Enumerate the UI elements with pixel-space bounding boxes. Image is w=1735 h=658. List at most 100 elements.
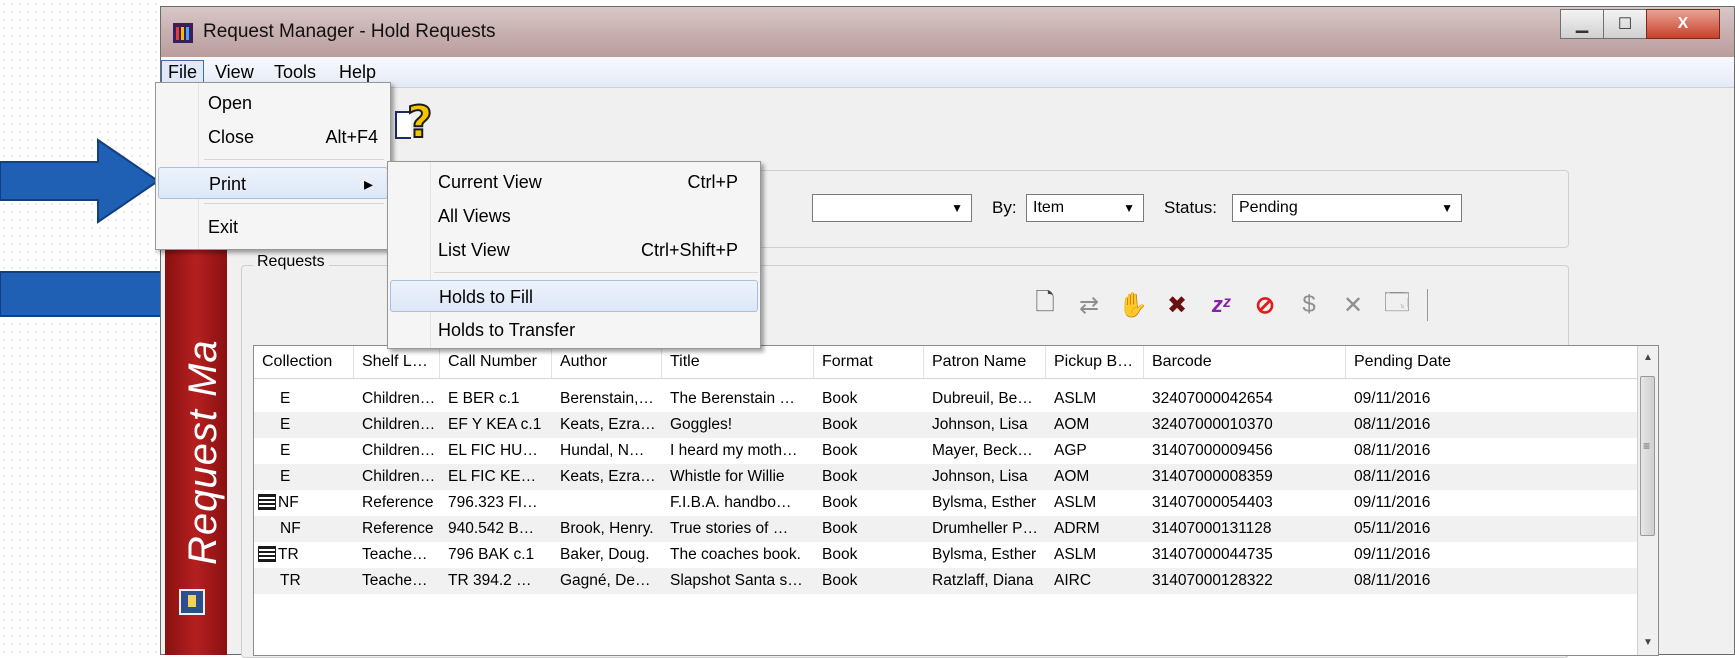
column-header[interactable]: Barcode: [1144, 346, 1346, 378]
table-cell-shelf: Children…: [362, 442, 436, 459]
title-bar: Request Manager - Hold Requests ▁ ☐ X: [161, 7, 1734, 59]
table-cell-call: EF Y KEA c.1: [448, 416, 542, 433]
menu-item-print[interactable]: Print ▸: [158, 167, 388, 199]
table-cell-collection: TR: [254, 542, 354, 568]
column-header[interactable]: Patron Name: [924, 346, 1046, 378]
table-cell-patron: Mayer, Beck…: [932, 442, 1033, 459]
remove-item-icon[interactable]: ✖: [1159, 287, 1195, 323]
table-cell-title: Slapshot Santa s…: [670, 572, 803, 589]
transfer-icon[interactable]: ⇄: [1071, 287, 1107, 323]
table-row[interactable]: TR Teache… 796 BAK c.1 Baker, Doug. The coac…: [254, 542, 1640, 568]
menu-item-holds-to-fill[interactable]: Holds to Fill: [390, 280, 758, 312]
column-header[interactable]: Title: [662, 346, 814, 378]
filter-combo-first[interactable]: ▼: [812, 194, 972, 222]
help-toolbar-icon[interactable]: ?: [395, 96, 437, 149]
table-cell-barcode: 32407000010370: [1152, 416, 1273, 433]
deny-icon[interactable]: ⊘: [1247, 287, 1283, 323]
table-cell-format: Book: [822, 442, 858, 459]
table-cell-collection: E: [280, 468, 291, 485]
table-row[interactable]: NF Reference 796.323 FI… F.I.B.A. handbo… Bo…: [254, 490, 1640, 516]
table-cell-date: 08/11/2016: [1354, 468, 1431, 485]
table-cell-shelf: Reference: [362, 520, 434, 537]
properties-icon[interactable]: 🗔: [1379, 287, 1415, 323]
table-cell-patron: Drumheller P…: [932, 520, 1038, 537]
column-header[interactable]: Call Number: [440, 346, 552, 378]
table-cell-patron: Bylsma, Esther: [932, 494, 1037, 511]
column-header[interactable]: Shelf L…: [354, 346, 440, 378]
menu-item-all-views[interactable]: All Views: [438, 200, 738, 232]
table-cell-barcode: 31407000009456: [1152, 442, 1273, 459]
table-cell-author: Baker, Doug.: [560, 546, 650, 563]
status-select[interactable]: Pending ▼: [1232, 194, 1462, 222]
table-cell-call: TR 394.2 …: [448, 572, 532, 589]
scroll-up-icon[interactable]: ▲: [1638, 348, 1658, 368]
table-cell-pickup: ASLM: [1054, 546, 1097, 563]
table-cell-shelf: Children…: [362, 468, 436, 485]
sidebar-app-icon[interactable]: [179, 589, 205, 615]
table-cell-format: Book: [822, 546, 858, 563]
table-row[interactable]: E Children… EL FIC HU… Hundal, N… I heard my…: [254, 438, 1640, 464]
menu-item-open[interactable]: Open: [208, 87, 378, 119]
table-row[interactable]: NF Reference 940.542 B… Brook, Henry. True s…: [254, 516, 1640, 542]
menu-item-list-view[interactable]: List View Ctrl+Shift+P: [438, 234, 738, 266]
menu-tools[interactable]: Tools: [268, 60, 322, 84]
table-cell-call: EL FIC HU…: [448, 442, 538, 459]
list-view-shortcut: Ctrl+Shift+P: [640, 240, 738, 260]
menu-item-current-view[interactable]: Current View Ctrl+P: [438, 166, 738, 198]
app-icon: [173, 23, 193, 43]
by-select[interactable]: Item ▼: [1026, 194, 1144, 222]
table-cell-pickup: AOM: [1054, 468, 1090, 485]
fee-icon[interactable]: $: [1291, 287, 1327, 323]
table-cell-pickup: ASLM: [1054, 494, 1097, 511]
table-cell-format: Book: [822, 520, 858, 537]
hand-icon[interactable]: ✋: [1115, 287, 1151, 323]
close-button[interactable]: X: [1646, 9, 1720, 39]
app-window: Request Manager - Hold Requests ▁ ☐ X Fi…: [155, 6, 1735, 658]
table-cell-date: 09/11/2016: [1354, 546, 1431, 563]
annotation-arrow-print: [0, 138, 160, 224]
table-cell-date: 08/11/2016: [1354, 572, 1431, 589]
menu-item-exit[interactable]: Exit: [208, 211, 378, 243]
table-cell-shelf: Teache…: [362, 572, 428, 589]
menu-view[interactable]: View: [209, 60, 260, 84]
minimize-button[interactable]: ▁: [1560, 9, 1604, 39]
table-cell-title: The coaches book.: [670, 546, 801, 563]
column-header[interactable]: Pending Date: [1346, 346, 1640, 378]
table-cell-date: 08/11/2016: [1354, 442, 1431, 459]
inactive-icon[interactable]: zᶻ: [1203, 287, 1239, 323]
scroll-thumb[interactable]: [1640, 376, 1655, 536]
requests-label: Requests: [253, 253, 329, 271]
menu-help[interactable]: Help: [333, 60, 382, 84]
table-cell-patron: Johnson, Lisa: [932, 416, 1028, 433]
column-header[interactable]: Pickup B…: [1046, 346, 1144, 378]
table-cell-collection: E: [280, 442, 291, 459]
vertical-scrollbar[interactable]: ▲ ▼: [1637, 346, 1658, 655]
menu-item-holds-to-transfer[interactable]: Holds to Transfer: [438, 314, 738, 346]
scroll-down-icon[interactable]: ▼: [1638, 633, 1658, 653]
table-cell-format: Book: [822, 468, 858, 485]
table-cell-patron: Dubreuil, Be…: [932, 390, 1033, 407]
menu-item-close[interactable]: Close Alt+F4: [208, 121, 378, 153]
maximize-button[interactable]: ☐: [1603, 9, 1647, 39]
table-cell-title: Whistle for Willie: [670, 468, 785, 485]
column-header[interactable]: Format: [814, 346, 924, 378]
table-row[interactable]: E Children… EF Y KEA c.1 Keats, Ezra… Goggle…: [254, 412, 1640, 438]
menu-separator: [204, 203, 384, 204]
table-cell-author: Brook, Henry.: [560, 520, 654, 537]
new-document-icon[interactable]: 🗋: [1027, 287, 1063, 323]
column-header[interactable]: Author: [552, 346, 662, 378]
table-cell-shelf: Children…: [362, 390, 436, 407]
table-cell-collection: E: [280, 390, 291, 407]
table-cell-pickup: AIRC: [1054, 572, 1092, 589]
table-row[interactable]: E Children… EL FIC KE… Keats, Ezra… Whistle …: [254, 464, 1640, 490]
column-header[interactable]: Collection: [254, 346, 354, 378]
table-cell-author: [552, 490, 662, 516]
table-row[interactable]: TR Teache… TR 394.2 … Gagné, De… Slapshot Sa…: [254, 568, 1640, 594]
table-cell-pickup: AGP: [1054, 442, 1087, 459]
table-row[interactable]: E Children… E BER c.1 Berenstain,… The Beren…: [254, 386, 1640, 412]
cancel-icon[interactable]: ✕: [1335, 287, 1371, 323]
notes-icon: [258, 494, 276, 510]
table-cell-title: I heard my moth…: [670, 442, 798, 459]
menu-separator: [204, 159, 384, 160]
sidebar-title: Request Ma: [181, 339, 225, 565]
